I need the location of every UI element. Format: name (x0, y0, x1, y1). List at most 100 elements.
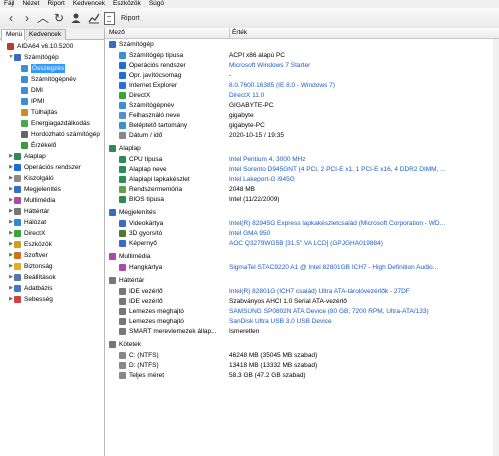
user-icon[interactable] (68, 10, 84, 26)
tree-item[interactable]: ▶ Háttértár (8, 207, 49, 216)
field-value[interactable]: Intel Pentium 4, 3000 MHz (229, 155, 497, 164)
field-value[interactable]: Intel(R) 82945G Express lapkakészletcsal… (229, 219, 497, 228)
tree-item[interactable]: ▶ Sebesség (8, 295, 53, 304)
field-value[interactable]: Intel Sorento D945GNT (4 PCI, 2 PCI-E x1… (229, 165, 497, 174)
tree-item[interactable]: ▶ Szoftver (8, 251, 48, 260)
detail-row[interactable]: Alaplap neve Intel Sorento D945GNT (4 PCI… (105, 165, 499, 174)
detail-row[interactable]: SMART merevlemezek állap... Ismeretlen (105, 327, 499, 336)
tree-item[interactable]: IPMI (15, 97, 44, 106)
tree-item[interactable]: Számítógépnév (15, 75, 76, 84)
tree-item[interactable]: ▶ Eszközök (8, 240, 52, 249)
chart-icon[interactable] (86, 10, 102, 26)
detail-row[interactable]: Lemezes meghajtó SAMSUNG SP0802N ATA Devi… (105, 307, 499, 316)
up-icon[interactable]: ︿ (35, 10, 51, 26)
detail-row[interactable]: 3D gyorsító Intel GMA 950 (105, 229, 499, 238)
field-value[interactable]: SAMSUNG SP0802N ATA Device (80 GB, 7200 … (229, 307, 497, 316)
tree-item-icon (7, 43, 14, 50)
menu-item[interactable]: Kedvencek (69, 0, 109, 8)
detail-row[interactable]: Operációs rendszer Microsoft Windows 7 St… (105, 61, 499, 70)
detail-row[interactable]: BIOS típusa Intel (11/22/2009) (105, 195, 499, 204)
tree-item-label: Szoftver (24, 252, 48, 259)
field-value[interactable]: Intel GMA 950 (229, 229, 497, 238)
detail-row[interactable]: Opr. javítócsomag - (105, 71, 499, 80)
tree-item[interactable]: ▶ Kiszolgáló (8, 174, 54, 183)
detail-row[interactable]: Képernyő AOC Q3279WG5B [31.5" VA LCD] (GP… (105, 239, 499, 248)
tree-item[interactable]: ▶ Multimédia (8, 196, 55, 205)
tree-item[interactable]: Összegzés (15, 64, 66, 73)
menu-item[interactable]: Riport (43, 0, 68, 8)
section-header[interactable]: Háttértár (105, 276, 499, 285)
tree-item[interactable]: ▶ DirectX (8, 229, 45, 238)
tree-item[interactable]: AIDA64 v6.10.5200 (1, 42, 73, 51)
tree-item-label: Hordozható számítógép (31, 131, 101, 138)
field-name: Felhasználó neve (129, 112, 180, 119)
section-header[interactable]: Kötetek (105, 340, 499, 349)
back-icon[interactable]: ‹ (3, 10, 19, 26)
field-value[interactable]: DirectX 11.0 (229, 91, 497, 100)
tree-item[interactable]: Túlhajtás (15, 108, 57, 117)
field-icon (119, 186, 126, 193)
tree-item[interactable]: ▶ Operációs rendszer (8, 163, 81, 172)
section-header[interactable]: Megjelenítés (105, 208, 499, 217)
field-value[interactable]: SanDisk Ultra USB 3.0 USB Device (229, 317, 497, 326)
tree-item[interactable]: Hordozható számítógép (15, 130, 100, 139)
detail-row[interactable]: Lemezes meghajtó SanDisk Ultra USB 3.0 US… (105, 317, 499, 326)
forward-icon[interactable]: › (19, 10, 35, 26)
menu-item[interactable]: Nézet (18, 0, 43, 8)
tree-item[interactable]: Energiagazdálkodás (15, 119, 90, 128)
detail-row[interactable]: Számítógépnév GIGABYTE-PC (105, 101, 499, 110)
section-header[interactable]: Számítógép (105, 40, 499, 49)
tree-item[interactable]: DMI (15, 86, 43, 95)
tree-item[interactable]: ▼ Számítógép (8, 53, 59, 62)
detail-row[interactable]: IDE vezérlő Intel(R) 82801G (ICH7 család)… (105, 287, 499, 296)
detail-row[interactable]: Hangkártya SigmaTel STAC9220 A1 @ Intel 8… (105, 263, 499, 272)
field-name: Képernyő (129, 240, 157, 247)
detail-row[interactable]: Alaplapi lapkakészlet Intel Lakeport-G i9… (105, 175, 499, 184)
detail-row[interactable]: C: (NTFS) 46248 MB (35045 MB szabad) (105, 351, 499, 360)
field-value: 46248 MB (35045 MB szabad) (229, 352, 318, 359)
field-value[interactable]: Microsoft Windows 7 Starter (229, 61, 497, 70)
section-header[interactable]: Alaplap (105, 144, 499, 153)
menu-item[interactable]: Súgó (145, 0, 168, 8)
detail-row[interactable]: CPU típusa Intel Pentium 4, 3000 MHz (105, 155, 499, 164)
tab-favorites[interactable]: Kedvencek (24, 29, 67, 40)
tree-item[interactable]: ▶ Adatbázis (8, 284, 53, 293)
tree-item[interactable]: ▶ Beállítások (8, 273, 56, 282)
section-title: Számítógép (119, 41, 154, 48)
section-header[interactable]: Multimédia (105, 252, 499, 261)
detail-row[interactable]: Teljes méret 58.3 GB (47.2 GB szabad) (105, 371, 499, 380)
field-value[interactable]: AOC Q3279WG5B [31.5" VA LCD] (GPJGHA0198… (229, 239, 497, 248)
menu-item[interactable]: Fájl (0, 0, 18, 8)
detail-row[interactable]: Számítógép típusa ACPI x86 alapú PC (105, 51, 499, 60)
field-value[interactable]: SigmaTel STAC9220 A1 @ Intel 82801GB ICH… (229, 263, 497, 272)
scrollbar[interactable] (493, 39, 499, 456)
detail-row[interactable]: Dátum / idő 2020-10-15 / 19:35 (105, 131, 499, 140)
tree-item[interactable]: ▶ Alaplap (8, 152, 46, 161)
detail-row[interactable]: IDE vezérlő Szabványos AHCI 1.0 Serial AT… (105, 297, 499, 306)
field-value[interactable]: Intel Lakeport-G i945G (229, 175, 497, 184)
field-value: gigabyte (229, 112, 254, 119)
detail-row[interactable]: Rendszermemória 2048 MB (105, 185, 499, 194)
report-button[interactable]: Riport (104, 11, 140, 25)
tree-item[interactable]: ▶ Hálózat (8, 218, 46, 227)
field-value[interactable]: Intel(R) 82801G (ICH7 család) Ultra ATA-… (229, 287, 497, 296)
refresh-icon[interactable]: ↻ (51, 10, 67, 26)
tree-item-icon (21, 65, 28, 72)
field-name: Számítógépnév (129, 102, 175, 109)
column-field[interactable]: Mező (109, 28, 125, 38)
section-title: Háttértár (119, 277, 145, 284)
field-icon (119, 92, 126, 99)
detail-row[interactable]: Felhasználó neve gigabyte (105, 111, 499, 120)
detail-row[interactable]: DirectX DirectX 11.0 (105, 91, 499, 100)
detail-row[interactable]: Videokártya Intel(R) 82945G Express lapka… (105, 219, 499, 228)
field-value: 2020-10-15 / 19:35 (229, 132, 284, 139)
field-value[interactable]: 8.0.7600.16385 (IE 8.0 - Windows 7) (229, 81, 497, 90)
detail-row[interactable]: Internet Explorer 8.0.7600.16385 (IE 8.0 … (105, 81, 499, 90)
menu-item[interactable]: Eszközök (109, 0, 145, 8)
tree-item[interactable]: ▶ Megjelenítés (8, 185, 61, 194)
detail-row[interactable]: D: (NTFS) 13418 MB (13332 MB szabad) (105, 361, 499, 370)
tree-item[interactable]: ▶ Biztonság (8, 262, 53, 271)
column-value[interactable]: Érték (229, 28, 247, 38)
tree-item[interactable]: Érzékelő (15, 141, 56, 150)
detail-row[interactable]: Beléptető tartomány gigabyte-PC (105, 121, 499, 130)
